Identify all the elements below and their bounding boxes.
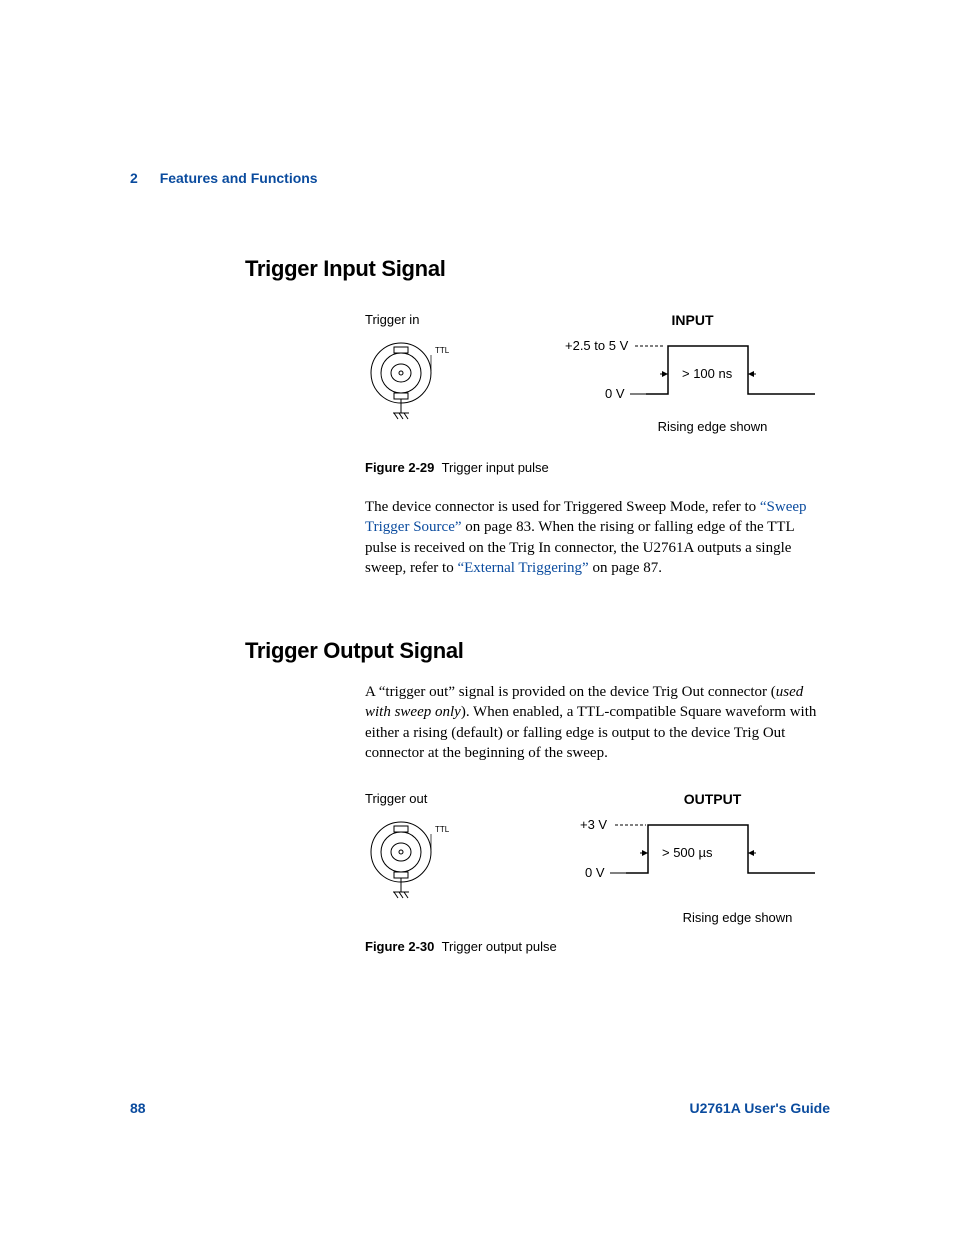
figure-2-30-row: Trigger out TTL OU xyxy=(365,791,825,911)
figure-2-30-text: Trigger output pulse xyxy=(442,939,557,954)
section-title-trigger-input: Trigger Input Signal xyxy=(245,256,830,282)
guide-title: U2761A User's Guide xyxy=(689,1100,830,1116)
figure-pulse-output: OUTPUT +3 V 0 V > 500 µs Rising edge sho… xyxy=(560,791,825,911)
low-level-label: 0 V xyxy=(605,386,625,401)
figure-2-30-caption: Figure 2-30 Trigger output pulse xyxy=(365,939,825,954)
bnc-connector-out-icon: TTL xyxy=(365,812,455,902)
s2-text-pre: A “trigger out” signal is provided on th… xyxy=(365,684,776,700)
edge-caption-input: Rising edge shown xyxy=(600,419,825,434)
page-footer: 88 U2761A User's Guide xyxy=(130,1100,830,1116)
edge-caption-output: Rising edge shown xyxy=(650,910,825,925)
width-label-output: > 500 µs xyxy=(662,845,713,860)
s1-text-post: on page 87. xyxy=(589,560,662,576)
figure-pulse-input: INPUT +2.5 to 5 V 0 V > 100 ns xyxy=(560,312,825,432)
pulse-title-output: OUTPUT xyxy=(600,791,825,807)
s1-text-pre: The device connector is used for Trigger… xyxy=(365,499,760,515)
section-title-trigger-output: Trigger Output Signal xyxy=(245,638,830,664)
chapter-header: 2 Features and Functions xyxy=(130,170,830,186)
page-number: 88 xyxy=(130,1100,146,1116)
trigger-in-label: Trigger in xyxy=(365,312,525,327)
high-level-label-out: +3 V xyxy=(580,817,607,832)
figure-2-30-num: Figure 2-30 xyxy=(365,939,434,954)
section1-paragraph: The device connector is used for Trigger… xyxy=(365,497,825,578)
figure-bnc-trigger-out: Trigger out TTL xyxy=(365,791,525,907)
pulse-diagram-input-icon: +2.5 to 5 V 0 V > 100 ns xyxy=(560,328,825,408)
bnc-connector-icon: TTL xyxy=(365,333,455,423)
width-label-input: > 100 ns xyxy=(682,366,733,381)
pulse-title-input: INPUT xyxy=(560,312,825,328)
trigger-out-label: Trigger out xyxy=(365,791,525,806)
figure-2-29-row: Trigger in TTL INP xyxy=(365,312,825,432)
external-triggering-link[interactable]: “External Triggering” xyxy=(457,560,588,576)
low-level-label-out: 0 V xyxy=(585,865,605,880)
chapter-title: Features and Functions xyxy=(160,170,318,186)
figure-2-29-num: Figure 2-29 xyxy=(365,460,434,475)
ttl-label-out: TTL xyxy=(435,825,450,834)
high-level-label: +2.5 to 5 V xyxy=(565,338,629,353)
figure-bnc-trigger-in: Trigger in TTL xyxy=(365,312,525,428)
figure-2-29-caption: Figure 2-29 Trigger input pulse xyxy=(365,460,825,475)
pulse-diagram-output-icon: +3 V 0 V > 500 µs xyxy=(560,807,825,887)
ttl-label: TTL xyxy=(435,346,450,355)
figure-2-29-text: Trigger input pulse xyxy=(442,460,549,475)
section2-paragraph: A “trigger out” signal is provided on th… xyxy=(365,682,825,763)
chapter-number: 2 xyxy=(130,170,138,186)
